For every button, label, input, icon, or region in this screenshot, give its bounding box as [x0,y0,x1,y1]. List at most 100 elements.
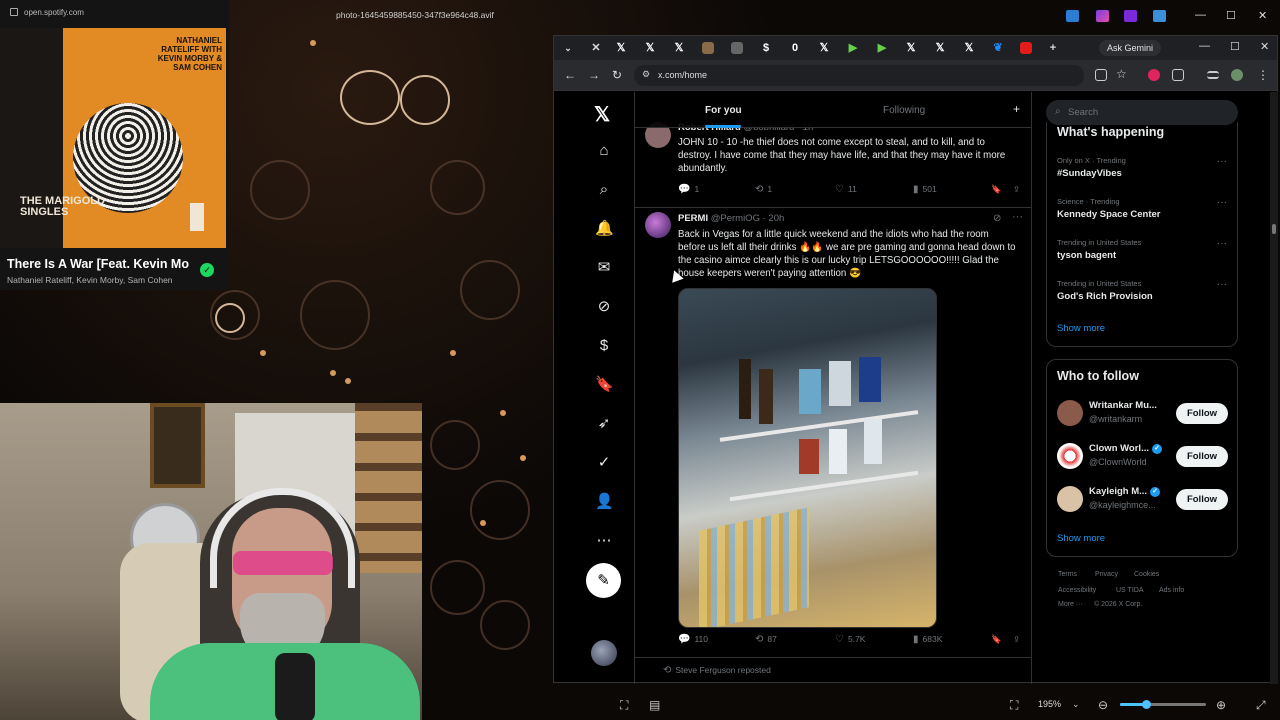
footer-more[interactable]: More ··· [1058,601,1083,608]
reply-button[interactable]: 💬 1 [678,184,699,195]
share-icon[interactable]: ⇪ [1013,184,1020,195]
more-options-icon[interactable]: ··· [1012,211,1023,223]
forward-button[interactable]: → [588,68,600,82]
follow-avatar[interactable] [1057,443,1083,469]
follow-handle[interactable]: @writankarm [1089,414,1142,424]
follow-name-text[interactable]: Kayleigh M... [1089,486,1147,497]
reposted-by[interactable]: ⟲ Steve Ferguson reposted [663,665,771,676]
tab-site-icon[interactable]: 0 [789,42,801,54]
zoom-in-icon[interactable]: ⊕ [1216,698,1226,712]
tab-rumble-icon[interactable]: ▶ [847,42,859,54]
tab-following[interactable]: Following [883,105,925,116]
close-tab-icon[interactable]: ✕ [590,42,602,54]
share-icon[interactable]: ⇪ [1013,634,1020,645]
profile-icon[interactable]: 👤 [595,493,614,511]
browser-maximize-button[interactable]: ☐ [1230,40,1240,53]
bookmarks-icon[interactable]: 🔖 [595,376,614,394]
address-bar[interactable]: ⚙ x.com/home [634,65,1084,86]
chevron-down-icon[interactable]: ⌄ [1072,699,1080,710]
app-icon[interactable] [1124,10,1137,22]
views-button[interactable]: ▮ 683K [913,634,942,645]
follow-handle[interactable]: @ClownWorld [1089,457,1147,467]
tweet-photo[interactable] [678,288,937,628]
follow-avatar[interactable] [1057,400,1083,426]
tab-for-you[interactable]: For you [705,105,742,116]
extension-icon[interactable] [1148,69,1160,81]
reload-button[interactable]: ↻ [612,68,622,82]
follow-name[interactable]: Writankar Mu... [1089,400,1157,411]
tab-dollar-icon[interactable]: $ [760,42,772,54]
views-button[interactable]: ▮ 501 [913,184,937,195]
track-title[interactable]: There Is A War [Feat. Kevin Mo [7,257,189,271]
footer-us-tida[interactable]: US TIDA [1116,587,1144,594]
search-input[interactable]: Search [1068,107,1098,118]
expand-icon[interactable]: ⤢ [1256,698,1266,713]
url-text[interactable]: x.com/home [658,70,707,80]
zoom-out-icon[interactable]: ⊖ [1098,698,1108,712]
like-button[interactable]: ♡ 5.7K [835,634,865,645]
tab-list-icon[interactable]: ⌄ [562,42,574,54]
bookmark-icon[interactable]: 🔖 [991,184,1002,195]
page-scrollbar[interactable] [1270,92,1278,684]
site-info-icon[interactable]: ⚙ [642,69,650,80]
zoom-slider[interactable] [1120,700,1206,709]
cloud-icon[interactable] [1153,10,1166,22]
tab-x-icon[interactable]: 𝕏 [905,42,917,54]
zoom-slider-thumb[interactable] [1141,700,1151,709]
tab-bluesky-icon[interactable]: ❦ [992,42,1004,54]
more-icon[interactable]: ⋯ [595,532,613,550]
crop-icon[interactable]: ⛶ [620,698,628,713]
tab-x-icon[interactable]: 𝕏 [934,42,946,54]
follow-button[interactable]: Follow [1176,489,1228,510]
tab-x-icon[interactable]: 𝕏 [963,42,975,54]
trend-more-icon[interactable]: ··· [1217,197,1227,208]
puzzle-icon[interactable] [1172,69,1184,81]
viewer-maximize-button[interactable]: ☐ [1226,9,1236,22]
tab-rumble-icon[interactable]: ▶ [876,42,888,54]
ask-gemini-button[interactable]: Ask Gemini [1099,40,1162,56]
like-button[interactable]: ♡ 11 [835,184,857,195]
footer-terms[interactable]: Terms [1058,571,1077,578]
tweet-avatar[interactable] [645,212,671,238]
tweet[interactable]: PERMI @PermiOG · 20h ⊘ ··· Back in Vegas… [635,208,1031,658]
tab-site-icon[interactable] [731,42,743,54]
follow-button[interactable]: Follow [1176,446,1228,467]
follow-name[interactable]: Kayleigh M... ✓ [1089,486,1161,497]
money-icon[interactable]: $ [595,337,613,355]
verified-orgs-icon[interactable]: ✓ [595,454,613,472]
saved-check-icon[interactable]: ✓ [200,263,214,277]
fit-icon[interactable]: ⛶ [1010,698,1018,713]
trend-more-icon[interactable]: ··· [1217,279,1227,290]
footer-cookies[interactable]: Cookies [1134,571,1159,578]
trend-name[interactable]: God's Rich Provision [1057,291,1153,302]
grok-icon[interactable]: ⊘ [993,213,1001,224]
account-avatar[interactable] [591,640,617,666]
back-button[interactable]: ← [564,68,576,82]
tweet-author-handle[interactable]: @PermiOG · 20h [711,213,785,224]
search-icon[interactable]: ⌕ [595,181,613,199]
tab-x-icon[interactable]: 𝕏 [644,42,656,54]
repost-button[interactable]: ⟲ 1 [755,184,772,195]
trend-more-icon[interactable]: ··· [1217,238,1227,249]
repost-button[interactable]: ⟲ 87 [755,634,777,645]
jobs-icon[interactable]: ➶ [595,415,613,433]
messages-icon[interactable]: ✉ [595,259,613,277]
tab-x-icon[interactable]: 𝕏 [673,42,685,54]
tab-youtube-icon[interactable] [1020,42,1032,54]
home-icon[interactable]: ⌂ [595,142,613,160]
media-icon[interactable] [1207,71,1219,79]
word-icon[interactable] [1066,10,1079,22]
new-tab-button[interactable]: + [1047,42,1059,54]
show-more-link[interactable]: Show more [1057,533,1105,544]
footer-privacy[interactable]: Privacy [1095,571,1118,578]
copilot-icon[interactable] [1096,10,1109,22]
trend-name[interactable]: #SundayVibes [1057,168,1122,179]
reply-button[interactable]: 💬 110 [678,634,708,645]
footer-ads-info[interactable]: Ads info [1159,587,1184,594]
tab-x-icon[interactable]: 𝕏 [615,42,627,54]
reposted-by-text[interactable]: Steve Ferguson reposted [675,665,770,675]
footer-accessibility[interactable]: Accessibility [1058,587,1096,594]
follow-avatar[interactable] [1057,486,1083,512]
x-logo-icon[interactable]: 𝕏 [594,102,610,127]
bookmark-star-icon[interactable]: ☆ [1116,67,1127,81]
